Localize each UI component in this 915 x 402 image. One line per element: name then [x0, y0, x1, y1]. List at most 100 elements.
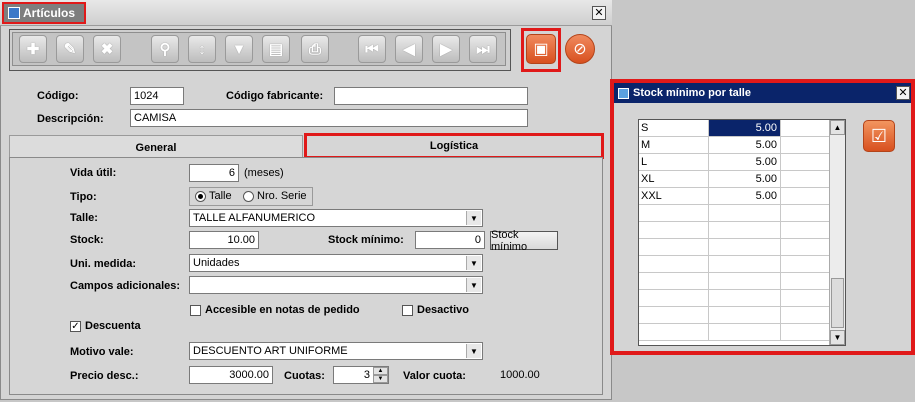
save-icon: ▣	[533, 41, 549, 58]
extra-cell	[781, 273, 829, 289]
valor-cuota-value: 1000.00	[500, 369, 540, 381]
table-row[interactable]: XL 5.00	[639, 171, 829, 188]
codigo-fabricante-input[interactable]	[334, 87, 528, 105]
cuotas-value: 3	[363, 369, 370, 381]
talle-cell	[639, 307, 709, 323]
empty-table-row[interactable]	[639, 222, 829, 239]
empty-table-row[interactable]	[639, 307, 829, 324]
talle-select[interactable]: TALLE ALFANUMERICO ▼	[189, 209, 483, 227]
stock-minimo-cell: 5.00	[709, 188, 781, 204]
search-icon: ⚲	[159, 41, 171, 58]
stock-minimo-cell	[709, 256, 781, 272]
clipboard-button[interactable]: ▤	[262, 35, 290, 63]
talle-cell: XL	[639, 171, 709, 187]
delete-button[interactable]: ✖	[93, 35, 121, 63]
chevron-down-icon: ▼	[466, 211, 481, 225]
save-button[interactable]: ▣	[526, 34, 556, 64]
empty-table-row[interactable]	[639, 239, 829, 256]
clipboard-icon: ▤	[268, 41, 284, 58]
extra-cell	[781, 256, 829, 272]
stock-talle-grid[interactable]: S 5.00 M 5.00 L 5.00 XL 5.00 XXL 5.00 ▲ ▼	[638, 119, 846, 346]
table-row[interactable]: M 5.00	[639, 137, 829, 154]
precio-desc-input[interactable]: 3000.00	[189, 366, 273, 384]
talle-cell	[639, 239, 709, 255]
stock-minimo-cell	[709, 205, 781, 221]
talle-cell	[639, 256, 709, 272]
campos-adicionales-select[interactable]: ▼	[189, 276, 483, 294]
descuenta-checkbox[interactable]: ✓	[70, 321, 81, 332]
add-button[interactable]: ✚	[19, 35, 47, 63]
stock-minimo-input[interactable]: 0	[415, 231, 485, 249]
tipo-nro-serie-radio[interactable]	[243, 191, 254, 202]
scroll-thumb[interactable]	[831, 278, 844, 328]
stock-minimo-cell	[709, 222, 781, 238]
extra-cell	[781, 171, 829, 187]
chevron-down-icon: ▼	[466, 344, 481, 358]
previous-record-button[interactable]: ◀	[395, 35, 423, 63]
motivo-vale-select-value: DESCUENTO ART UNIFORME	[193, 345, 348, 357]
stock-minimo-dialog: Stock mínimo por talle ✕ S 5.00 M 5.00 L 5.00…	[610, 79, 915, 355]
sort-button[interactable]: ↕	[188, 35, 216, 63]
grid-scrollbar[interactable]: ▲ ▼	[829, 120, 845, 345]
empty-table-row[interactable]	[639, 324, 829, 341]
accesible-checkbox[interactable]	[190, 305, 201, 316]
print-button[interactable]: ⎙	[301, 35, 329, 63]
extra-cell	[781, 154, 829, 170]
codigo-label: Código:	[37, 90, 79, 102]
motivo-vale-label: Motivo vale:	[70, 346, 134, 358]
talle-label: Talle:	[70, 212, 98, 224]
extra-cell	[781, 290, 829, 306]
vida-util-input[interactable]: 6	[189, 164, 239, 182]
first-record-button[interactable]: ⏮	[358, 35, 386, 63]
table-row[interactable]: L 5.00	[639, 154, 829, 171]
desactivo-checkbox[interactable]	[402, 305, 413, 316]
checkbox-confirm-icon: ☑	[870, 125, 888, 146]
descripcion-input[interactable]: CAMISA	[130, 109, 528, 127]
talle-cell	[639, 290, 709, 306]
previous-record-icon: ◀	[403, 41, 415, 58]
motivo-vale-select[interactable]: DESCUENTO ART UNIFORME ▼	[189, 342, 483, 360]
extra-cell	[781, 239, 829, 255]
window-titlebar	[0, 0, 612, 26]
table-row[interactable]: S 5.00	[639, 120, 829, 137]
cancel-button[interactable]: ⊘	[565, 34, 595, 64]
scroll-down-button[interactable]: ▼	[830, 330, 845, 345]
stock-minimo-button[interactable]: Stock mínimo	[490, 229, 558, 253]
scroll-up-button[interactable]: ▲	[830, 120, 845, 135]
table-row[interactable]: XXL 5.00	[639, 188, 829, 205]
dialog-close-button[interactable]: ✕	[896, 86, 910, 100]
window-close-button[interactable]: ✕	[592, 6, 606, 20]
next-record-button[interactable]: ▶	[432, 35, 460, 63]
extra-cell	[781, 120, 829, 136]
stepper-down-button[interactable]: ▼	[373, 375, 388, 383]
last-record-button[interactable]: ⏭	[469, 35, 497, 63]
talle-cell: S	[639, 120, 709, 136]
empty-table-row[interactable]	[639, 290, 829, 307]
codigo-input[interactable]: 1024	[130, 87, 184, 105]
talle-cell	[639, 205, 709, 221]
confirm-button[interactable]: ☑	[863, 120, 895, 152]
cancel-icon: ⊘	[573, 41, 587, 58]
empty-table-row[interactable]	[639, 205, 829, 222]
tipo-talle-label: Talle	[209, 190, 232, 202]
extra-cell	[781, 137, 829, 153]
talle-cell: XXL	[639, 188, 709, 204]
empty-table-row[interactable]	[639, 273, 829, 290]
talle-cell: M	[639, 137, 709, 153]
edit-button[interactable]: ✎	[56, 35, 84, 63]
talle-cell: L	[639, 154, 709, 170]
uni-medida-select[interactable]: Unidades ▼	[189, 254, 483, 272]
stock-minimo-cell	[709, 324, 781, 340]
extra-cell	[781, 188, 829, 204]
extra-cell	[781, 222, 829, 238]
stock-input[interactable]: 10.00	[189, 231, 259, 249]
tipo-talle-radio[interactable]	[195, 191, 206, 202]
dialog-home-icon	[618, 87, 629, 99]
empty-table-row[interactable]	[639, 256, 829, 273]
stepper-up-button[interactable]: ▲	[373, 367, 388, 375]
talle-cell	[639, 222, 709, 238]
filter-button[interactable]: ▼	[225, 35, 253, 63]
tab-general[interactable]: General	[9, 135, 303, 159]
tab-logistica[interactable]: Logística	[304, 133, 604, 159]
search-button[interactable]: ⚲	[151, 35, 179, 63]
